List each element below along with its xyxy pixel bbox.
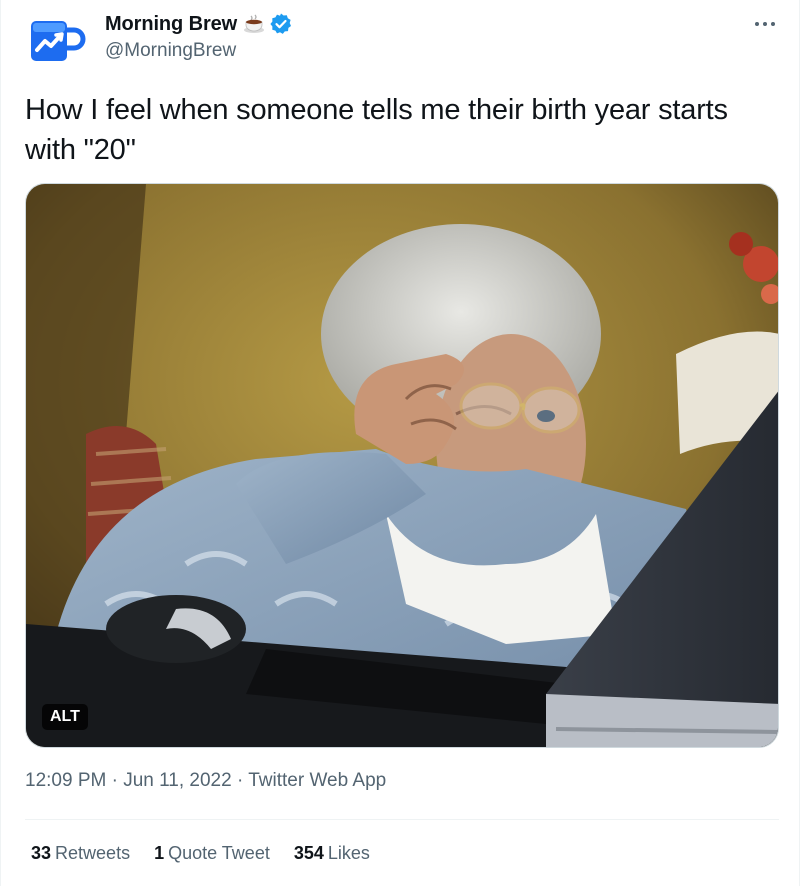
tweet-source-link[interactable]: Twitter Web App: [248, 770, 386, 791]
avatar[interactable]: [25, 8, 91, 74]
retweets-label: Retweets: [55, 843, 131, 863]
mug-chart-icon: [31, 21, 86, 61]
verified-badge-icon: [269, 12, 293, 36]
meta-separator: ·: [236, 770, 249, 791]
more-dot-icon: [755, 22, 759, 26]
tweet-media-image[interactable]: ALT: [25, 183, 779, 748]
retweets-stat-link[interactable]: 33 Retweets: [31, 843, 130, 864]
tweet-card: Morning Brew @MorningBrew How I feel whe…: [0, 0, 800, 886]
tweet-date-link[interactable]: Jun 11, 2022: [123, 770, 231, 791]
more-dot-icon: [763, 22, 767, 26]
more-options-button[interactable]: [745, 10, 785, 38]
likes-label: Likes: [327, 843, 370, 863]
meme-photo: [26, 184, 778, 747]
quote-tweets-label: Quote Tweet: [168, 843, 270, 863]
likes-stat-link[interactable]: 354 Likes: [294, 843, 370, 864]
coffee-icon: [242, 12, 266, 36]
alt-text-badge[interactable]: ALT: [42, 704, 88, 730]
author-name-row[interactable]: Morning Brew: [105, 11, 293, 37]
more-dot-icon: [771, 22, 775, 26]
divider: [25, 819, 779, 820]
meta-separator: ·: [111, 770, 124, 791]
retweets-count: 33: [31, 843, 52, 863]
tweet-meta: 12:09 PM · Jun 11, 2022 · Twitter Web Ap…: [25, 770, 386, 792]
quote-tweets-count: 1: [154, 843, 165, 863]
likes-count: 354: [293, 843, 324, 863]
tweet-text: How I feel when someone tells me their b…: [25, 94, 728, 166]
tweet-stats: 33 Retweets 1 Quote Tweet 354 Likes: [31, 843, 394, 864]
tweet-time-link[interactable]: 12:09 PM: [25, 770, 106, 791]
display-name[interactable]: Morning Brew: [105, 13, 237, 36]
author-handle[interactable]: @MorningBrew: [105, 40, 236, 62]
quote-tweets-stat-link[interactable]: 1 Quote Tweet: [154, 843, 270, 864]
